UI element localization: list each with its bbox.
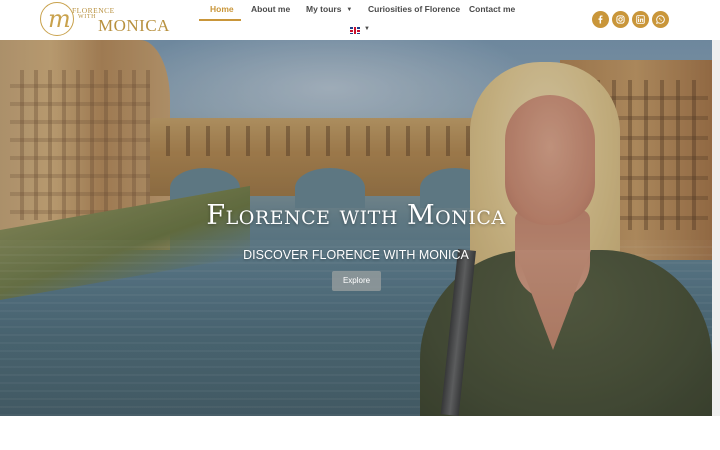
facebook-icon[interactable] bbox=[592, 11, 609, 28]
linkedin-icon[interactable] bbox=[632, 11, 649, 28]
site-header: m Florence with Monica Home About me My … bbox=[0, 0, 720, 40]
explore-button[interactable]: Explore bbox=[332, 271, 381, 291]
page-scrollbar[interactable] bbox=[712, 40, 720, 416]
hero-subtitle: DISCOVER FLORENCE WITH MONICA bbox=[243, 248, 469, 262]
chevron-down-icon: ▼ bbox=[346, 7, 353, 13]
nav-active-underline bbox=[199, 19, 241, 21]
nav-item-about-me[interactable]: About me bbox=[251, 4, 290, 14]
nav-item-home[interactable]: Home bbox=[210, 4, 234, 14]
nav-item-contact-me[interactable]: Contact me bbox=[469, 4, 515, 14]
instagram-icon[interactable] bbox=[612, 11, 629, 28]
chevron-down-icon: ▼ bbox=[364, 26, 370, 32]
nav-item-my-tours[interactable]: My tours ▼ bbox=[306, 4, 352, 14]
hero-title: Florence with Monica bbox=[206, 200, 506, 231]
hero-banner: Florence with Monica DISCOVER FLORENCE W… bbox=[0, 40, 712, 416]
nav-item-my-tours-label: My tours bbox=[306, 4, 342, 14]
whatsapp-icon[interactable] bbox=[652, 11, 669, 28]
uk-flag-icon bbox=[350, 27, 360, 34]
nav-item-curiosities[interactable]: Curiosities of Florence bbox=[368, 4, 460, 14]
